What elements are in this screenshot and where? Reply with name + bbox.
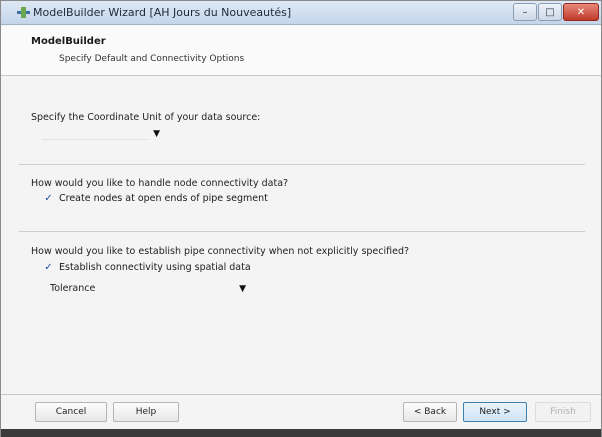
checkmark-icon: ✓	[44, 193, 53, 204]
connectivity-prompt: How would you like to establish pipe con…	[31, 246, 410, 257]
connectivity-method-value: Tolerance	[50, 283, 96, 294]
footer-divider	[1, 394, 601, 395]
wizard-header: ModelBuilder Specify Default and Connect…	[1, 26, 601, 76]
back-button[interactable]: < Back	[403, 402, 457, 422]
create-nodes-label: Create nodes at open ends of pipe segmen…	[59, 193, 268, 204]
header-subtitle: Specify Default and Connectivity Options	[59, 54, 245, 64]
section-divider	[19, 164, 585, 165]
chevron-down-icon: ▼	[153, 129, 160, 139]
app-icon	[17, 7, 30, 18]
establish-connectivity-label: Establish connectivity using spatial dat…	[59, 262, 251, 273]
maximize-icon[interactable]: □	[538, 3, 562, 21]
create-nodes-checkbox[interactable]: ✓ Create nodes at open ends of pipe segm…	[43, 193, 268, 204]
unit-prompt: Specify the Coordinate Unit of your data…	[31, 112, 261, 123]
window-title: ModelBuilder Wizard [AH Jours du Nouveau…	[33, 6, 292, 19]
cancel-button[interactable]: Cancel	[35, 402, 107, 422]
connectivity-method-dropdown[interactable]: Tolerance ▼	[45, 281, 249, 297]
window-bottom-edge	[1, 429, 601, 437]
node-prompt: How would you like to handle node connec…	[31, 178, 289, 189]
unit-dropdown[interactable]: ▼	[41, 126, 163, 142]
unit-dropdown-line	[42, 139, 148, 140]
establish-connectivity-checkbox[interactable]: ✓ Establish connectivity using spatial d…	[43, 262, 251, 273]
finish-button[interactable]: Finish	[535, 402, 591, 422]
close-icon[interactable]: ✕	[563, 3, 599, 21]
chevron-down-icon: ▼	[239, 284, 246, 294]
wizard-window: ModelBuilder Wizard [AH Jours du Nouveau…	[0, 0, 602, 437]
section-divider	[19, 231, 585, 232]
title-bar[interactable]: ModelBuilder Wizard [AH Jours du Nouveau…	[1, 1, 601, 25]
checkmark-icon: ✓	[44, 262, 53, 273]
header-title: ModelBuilder	[31, 36, 106, 47]
minimize-icon[interactable]: –	[513, 3, 537, 21]
next-button[interactable]: Next >	[463, 402, 527, 422]
help-button[interactable]: Help	[113, 402, 179, 422]
